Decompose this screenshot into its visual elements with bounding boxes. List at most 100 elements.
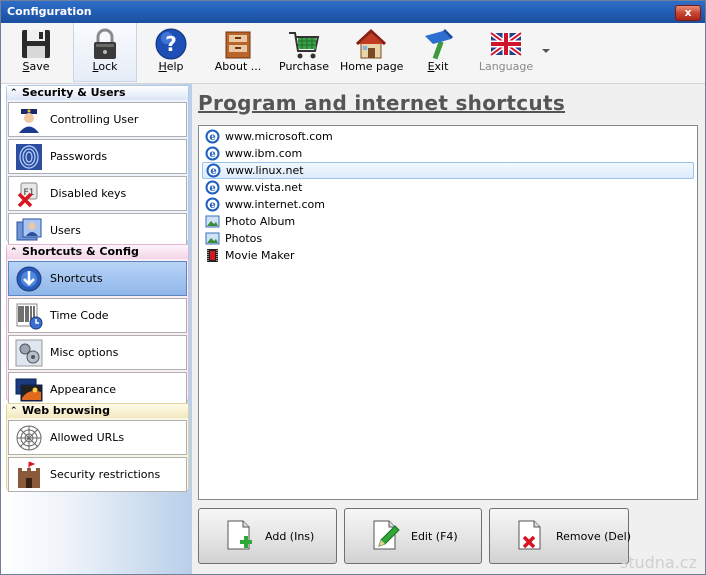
sidebar-item-misc-options[interactable]: Misc options bbox=[8, 335, 187, 370]
list-item-label: www.ibm.com bbox=[225, 147, 303, 160]
lock-label-rest: ock bbox=[98, 60, 118, 73]
add-button-label: Add (Ins) bbox=[265, 530, 315, 543]
list-item[interactable]: e www.vista.net bbox=[202, 179, 694, 196]
edit-document-icon bbox=[373, 520, 400, 550]
save-label-rest: ave bbox=[29, 60, 50, 73]
save-button[interactable]: Save bbox=[11, 23, 61, 81]
add-document-icon bbox=[227, 520, 252, 550]
about-icon bbox=[225, 31, 251, 59]
ie-icon: e bbox=[206, 163, 221, 178]
ie-icon: e bbox=[205, 129, 220, 144]
list-item-label: www.internet.com bbox=[225, 198, 325, 211]
sidebar-item-label: Time Code bbox=[50, 309, 109, 322]
svg-text:e: e bbox=[209, 183, 215, 194]
exit-button[interactable]: Exit bbox=[412, 23, 464, 81]
help-button[interactable]: ? Help bbox=[144, 23, 198, 81]
group-web-browsing: ⌃ Web browsing Allowed URLs Security res… bbox=[6, 403, 189, 492]
users-icon bbox=[16, 218, 42, 241]
lock-icon bbox=[94, 28, 116, 59]
ie-icon: e bbox=[205, 197, 220, 212]
collapse-chevron-icon[interactable]: ⌃ bbox=[10, 404, 18, 418]
sidebar-item-allowed-urls[interactable]: Allowed URLs bbox=[8, 420, 187, 455]
sidebar: ⌃ Security & Users Controlling User Pass… bbox=[1, 84, 192, 574]
spider-web-icon bbox=[16, 425, 42, 451]
remove-button[interactable]: Remove (Del) bbox=[489, 508, 631, 564]
photo-icon bbox=[205, 215, 220, 228]
appearance-icon bbox=[15, 378, 43, 402]
list-item-label: Photo Album bbox=[225, 215, 296, 228]
group-header-security-users[interactable]: ⌃ Security & Users bbox=[7, 86, 188, 100]
list-item-selected[interactable]: e www.linux.net bbox=[202, 162, 694, 179]
exit-label-rest: xit bbox=[434, 60, 449, 73]
svg-text:e: e bbox=[209, 200, 215, 211]
home-icon bbox=[355, 28, 387, 59]
home-page-button[interactable]: Home page bbox=[340, 23, 404, 81]
lock-button[interactable]: Lock bbox=[73, 23, 137, 82]
window-title: Configuration bbox=[7, 5, 92, 18]
sidebar-item-appearance[interactable]: Appearance bbox=[8, 372, 187, 407]
about-label: About ... bbox=[214, 60, 262, 73]
toolbar: Save Lock ? Help About ... Purchase Home… bbox=[1, 23, 705, 84]
purchase-button[interactable]: Purchase bbox=[277, 23, 331, 81]
list-item[interactable]: e www.internet.com bbox=[202, 196, 694, 213]
shortcuts-list[interactable]: e www.microsoft.com e www.ibm.com e www.… bbox=[198, 125, 698, 500]
remove-document-icon bbox=[518, 520, 541, 550]
help-mnemonic: H bbox=[158, 60, 167, 73]
group-header-shortcuts-config[interactable]: ⌃ Shortcuts & Config bbox=[7, 245, 188, 259]
edit-button-label: Edit (F4) bbox=[411, 530, 458, 543]
collapse-chevron-icon[interactable]: ⌃ bbox=[10, 86, 18, 100]
exit-mnemonic: E bbox=[427, 60, 435, 73]
language-button[interactable]: Language bbox=[473, 23, 539, 81]
sidebar-item-time-code[interactable]: Time Code bbox=[8, 298, 187, 333]
photo-icon bbox=[205, 232, 220, 245]
shopping-cart-icon bbox=[289, 32, 320, 59]
sidebar-item-label: Misc options bbox=[50, 346, 119, 359]
svg-text:e: e bbox=[210, 166, 216, 177]
castle-icon bbox=[18, 461, 40, 488]
close-button[interactable]: x bbox=[675, 5, 701, 21]
language-label: Language bbox=[478, 60, 534, 73]
policeman-icon bbox=[19, 109, 39, 133]
language-dropdown-arrow-icon[interactable] bbox=[542, 49, 550, 53]
svg-text:?: ? bbox=[165, 32, 177, 56]
save-icon bbox=[22, 30, 50, 58]
barcode-clock-icon bbox=[16, 303, 43, 330]
page-title: Program and internet shortcuts bbox=[198, 91, 566, 115]
sidebar-item-label: Shortcuts bbox=[50, 272, 103, 285]
fingerprint-icon bbox=[16, 144, 42, 170]
ie-icon: e bbox=[205, 146, 220, 161]
sidebar-item-controlling-user[interactable]: Controlling User bbox=[8, 102, 187, 137]
ie-icon: e bbox=[205, 180, 220, 195]
help-label-rest: elp bbox=[166, 60, 184, 73]
sidebar-item-security-restrictions[interactable]: Security restrictions bbox=[8, 457, 187, 492]
group-security-users: ⌃ Security & Users Controlling User Pass… bbox=[6, 85, 189, 248]
group-shortcuts-config: ⌃ Shortcuts & Config Shortcuts Time Code… bbox=[6, 244, 189, 407]
list-item[interactable]: Photos bbox=[202, 230, 694, 247]
sidebar-item-passwords[interactable]: Passwords bbox=[8, 139, 187, 174]
list-item-label: Photos bbox=[225, 232, 263, 245]
configuration-window: Configuration x Save Lock ? Help About .… bbox=[0, 0, 706, 575]
sidebar-item-users[interactable]: Users bbox=[8, 213, 187, 248]
list-item[interactable]: e www.ibm.com bbox=[202, 145, 694, 162]
misc-options-icon bbox=[15, 339, 43, 367]
add-button[interactable]: Add (Ins) bbox=[198, 508, 337, 564]
list-item[interactable]: Movie Maker bbox=[202, 247, 694, 264]
list-item-label: www.microsoft.com bbox=[225, 130, 333, 143]
about-button[interactable]: About ... bbox=[209, 23, 267, 81]
shortcut-arrow-icon bbox=[16, 266, 42, 292]
title-bar[interactable]: Configuration x bbox=[1, 1, 705, 23]
list-item-label: www.vista.net bbox=[225, 181, 303, 194]
list-item[interactable]: e www.microsoft.com bbox=[202, 128, 694, 145]
group-title: Security & Users bbox=[22, 86, 126, 99]
collapse-chevron-icon[interactable]: ⌃ bbox=[10, 245, 18, 259]
edit-button[interactable]: Edit (F4) bbox=[344, 508, 482, 564]
list-item[interactable]: Photo Album bbox=[202, 213, 694, 230]
uk-flag-icon bbox=[489, 30, 523, 58]
list-item-label: www.linux.net bbox=[226, 164, 304, 177]
sidebar-item-shortcuts[interactable]: Shortcuts bbox=[8, 261, 187, 296]
sidebar-item-disabled-keys[interactable]: F1 Disabled keys bbox=[8, 176, 187, 211]
home-page-label: Home page bbox=[340, 60, 404, 73]
group-header-web-browsing[interactable]: ⌃ Web browsing bbox=[7, 404, 188, 418]
svg-text:e: e bbox=[209, 132, 215, 143]
list-item-label: Movie Maker bbox=[225, 249, 295, 262]
